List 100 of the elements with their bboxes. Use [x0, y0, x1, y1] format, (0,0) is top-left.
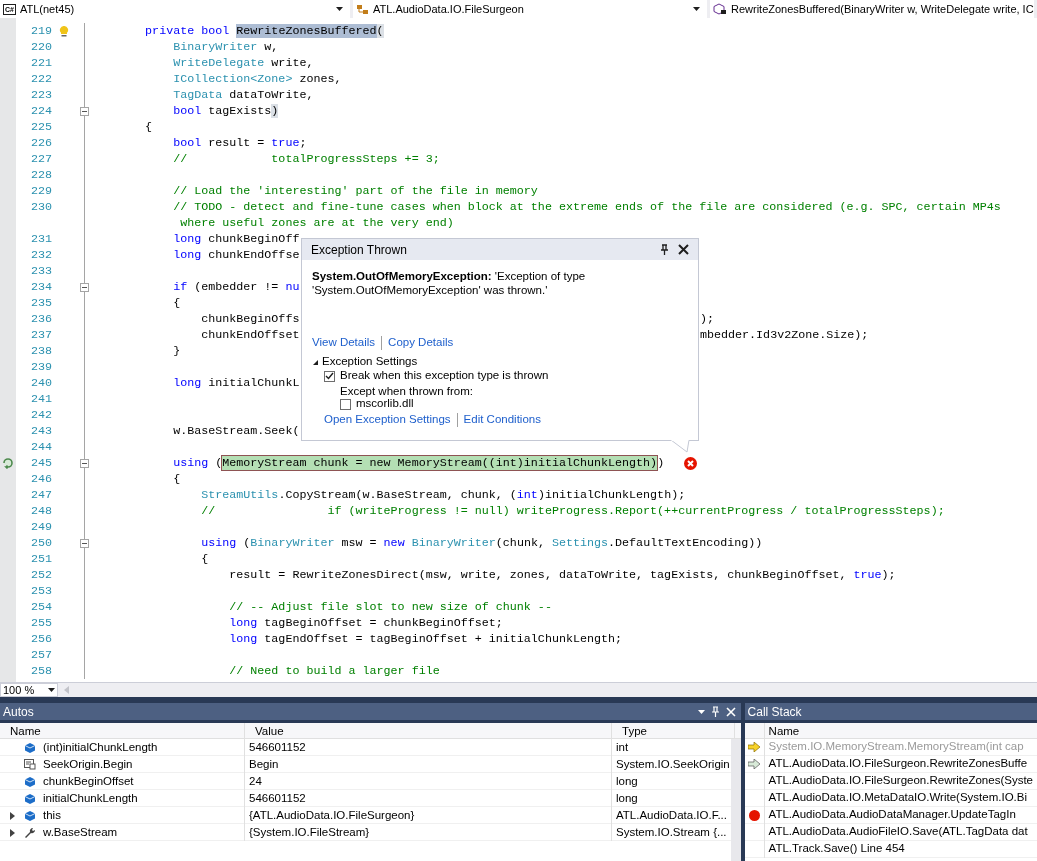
line-number: 220 — [29, 39, 52, 55]
exception-message: System.OutOfMemoryException: 'Exception of type 'System.OutOfMemoryException' was thrown.' — [312, 269, 587, 298]
line-number: 227 — [29, 151, 52, 167]
dropdown-text: ATL(net45) — [19, 2, 76, 16]
line-number: 248 — [29, 503, 52, 519]
navigation-dropdown[interactable]: RewriteZonesBuffered(BinaryWriter w, WriteDelegate write, IC — [710, 0, 1037, 18]
code-line: bool tagExists) — [172, 103, 279, 119]
collapse-icon[interactable] — [80, 106, 89, 116]
link[interactable]: View Details — [312, 334, 376, 352]
class-icon — [356, 3, 369, 15]
line-number: 246 — [29, 471, 52, 487]
line-number: 247 — [29, 487, 52, 503]
close-icon[interactable] — [678, 244, 689, 255]
line-number: 242 — [29, 407, 52, 423]
line-number: 240 — [29, 375, 52, 391]
line-number: 219 — [29, 23, 52, 39]
close-icon — [725, 706, 736, 717]
line-number: 234 — [29, 279, 52, 295]
line-number: 224 — [29, 103, 52, 119]
line-number: 231 — [29, 231, 52, 247]
column-header[interactable]: Name — [764, 723, 804, 738]
variable-type: int — [615, 740, 630, 755]
collapse-icon[interactable] — [80, 538, 89, 548]
settings-expander[interactable]: Exception Settings — [312, 355, 688, 369]
stack-frame[interactable]: ATL.AudioData.IO.FileSurgeon.RewriteZones(Syste — [764, 772, 1037, 790]
column-header[interactable]: Value — [245, 723, 612, 739]
code-line: // if (writeProgress != null) writeProgress.Report(++currentProgress / totalProgressSteps); — [200, 503, 945, 519]
variable-name: (int)initialChunkLength — [43, 740, 158, 755]
code-line: BinaryWriter w, — [172, 39, 279, 55]
code-line: // Need to build a larger file — [228, 663, 440, 679]
code-line: mbedder.Id3v2Zone.Size); — [700, 327, 869, 343]
line-number: 245 — [29, 455, 52, 471]
zoom-dropdown[interactable]: 100 % — [0, 683, 58, 697]
navigation-dropdown[interactable]: ATL.AudioData.IO.FileSurgeon — [353, 0, 710, 18]
variable-value: 546601152 — [245, 739, 612, 757]
checkbox[interactable] — [340, 398, 351, 410]
dropdown-text: ATL.AudioData.IO.FileSurgeon — [373, 2, 525, 16]
code-line: bool result = true; — [172, 135, 307, 151]
code-line: result = RewriteZonesDirect(msw, write, zones, dataToWrite, tagExists, chunkBeginOffset, true); — [228, 567, 896, 583]
line-number: 251 — [29, 551, 52, 567]
variable-value: 546601152 — [245, 790, 612, 808]
section-title: Exception Settings — [322, 354, 418, 370]
line-number: 232 — [29, 247, 52, 263]
link[interactable]: Open Exception Settings — [324, 411, 451, 429]
variable-type: System.IO.Stream {... — [615, 825, 728, 840]
code-line: WriteDelegate write, — [172, 55, 314, 71]
checkbox[interactable] — [324, 370, 335, 382]
return-arrow-icon — [2, 457, 14, 469]
stack-frame[interactable]: ATL.AudioData.IO.MetaDataIO.Write(System.IO.Bi — [764, 789, 1031, 807]
code-line: chunkEndOffset — [200, 327, 300, 343]
collapse-icon[interactable] — [80, 282, 89, 292]
expand-icon[interactable] — [10, 811, 15, 820]
stack-frame[interactable]: ATL.Track.Save() Line 454 — [764, 840, 909, 858]
line-number: 258 — [29, 663, 52, 679]
variable-type: ATL.AudioData.IO.F... — [615, 808, 728, 823]
breakpoint-icon — [748, 809, 760, 821]
checkmark-icon — [325, 372, 334, 380]
line-number: 226 — [29, 135, 52, 151]
collapse-icon[interactable] — [80, 458, 89, 468]
variable-name: this — [43, 808, 61, 823]
code-line: long tagEndOffset = tagBeginOffset + initialChunkLength; — [228, 631, 623, 647]
line-number: 254 — [29, 599, 52, 615]
variable-value: Begin — [245, 756, 612, 774]
dropdown-icon — [697, 709, 705, 714]
line-number: 244 — [29, 439, 52, 455]
line-number: 239 — [29, 359, 52, 375]
caret-icon — [48, 688, 55, 692]
stack-frame[interactable]: ATL.AudioData.AudioFileIO.Save(ATL.TagData dat — [764, 823, 1032, 841]
code-line: long chunkEndOffse — [172, 247, 300, 263]
expanded-triangle-icon — [312, 358, 319, 366]
option-label: Except when thrown from: — [340, 384, 474, 397]
panel-title: Autos — [3, 703, 35, 721]
scrollbar[interactable] — [730, 739, 741, 861]
checkbox-label: Break when this exception type is thrown — [340, 368, 549, 384]
line-number: 223 — [29, 87, 52, 103]
code-line: using (MemoryStream chunk = new MemoryStream((int)initialChunkLength)) — [172, 455, 665, 471]
code-line: if (embedder != nu — [172, 279, 300, 295]
link[interactable]: Edit Conditions — [463, 411, 541, 429]
cube-icon — [25, 776, 35, 787]
variable-value: 24 — [245, 773, 612, 791]
enum-item-icon — [24, 759, 36, 771]
variable-value: {ATL.AudioData.IO.FileSurgeon} — [245, 807, 612, 825]
column-header[interactable]: Name — [0, 723, 245, 739]
variable-type: long — [615, 774, 639, 789]
line-number: 243 — [29, 423, 52, 439]
line-number: 241 — [29, 391, 52, 407]
line-number: 235 — [29, 295, 52, 311]
link[interactable]: Copy Details — [388, 334, 454, 352]
line-number: 238 — [29, 343, 52, 359]
expand-icon[interactable] — [10, 828, 15, 837]
code-line: { — [172, 295, 181, 311]
dropdown-text: RewriteZonesBuffered(BinaryWriter w, WriteDelegate write, IC — [731, 2, 1034, 16]
line-number: 222 — [29, 71, 52, 87]
error-icon — [684, 456, 698, 470]
panel-title: Call Stack — [747, 703, 803, 721]
stack-frame[interactable]: ATL.AudioData.AudioDataManager.UpdateTagIn — [764, 806, 1020, 824]
stack-frame[interactable]: ATL.AudioData.IO.FileSurgeon.RewriteZonesBuffe — [764, 755, 1032, 773]
line-number: 255 — [29, 615, 52, 631]
current-frame-arrow-icon — [748, 742, 761, 752]
line-number: 236 — [29, 311, 52, 327]
